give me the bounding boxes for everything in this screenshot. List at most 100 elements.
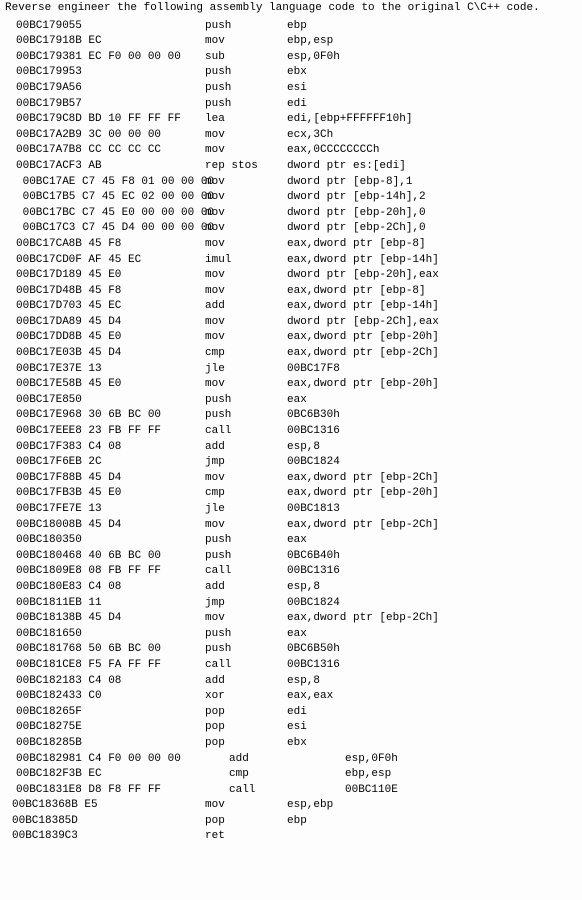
operands: 00BC1316 [287, 658, 340, 674]
mnemonic: imul [205, 253, 287, 269]
mnemonic: mov [205, 330, 287, 346]
operands: esi [287, 720, 307, 736]
operands: eax [287, 627, 307, 643]
mnemonic: cmp [205, 346, 287, 362]
operands: 00BC1316 [287, 424, 340, 440]
asm-line: 00BC1790 55pushebp [4, 19, 578, 35]
address: 00BC1821 [4, 674, 62, 690]
mnemonic: lea [205, 112, 287, 128]
opcode-bytes: 57 [62, 97, 205, 113]
address: 00BC17CA [4, 237, 62, 253]
opcode-bytes: 5F [62, 705, 205, 721]
operands: dword ptr [ebp-14h],2 [287, 190, 426, 206]
operands: esp,8 [287, 580, 320, 596]
address: 00BC1799 [4, 65, 62, 81]
asm-line: 00BC17CA 8B 45 F8moveax,dword ptr [ebp-8… [4, 237, 578, 253]
address: 00BC17D1 [4, 268, 62, 284]
operands: dword ptr es:[edi] [287, 159, 406, 175]
address: 00BC179B [4, 97, 62, 113]
operands: eax,dword ptr [ebp-2Ch] [287, 471, 439, 487]
asm-line: 00BC1804 68 40 6B BC 00push0BC6B40h [4, 549, 578, 565]
mnemonic: mov [205, 315, 287, 331]
mnemonic: mov [205, 143, 287, 159]
operands: ebx [287, 65, 307, 81]
operands: ecx,3Ch [287, 128, 333, 144]
asm-line: 00BC1799 53pushebx [4, 65, 578, 81]
address: 00BC1813 [4, 611, 62, 627]
mnemonic: call [205, 658, 287, 674]
mnemonic: push [205, 81, 287, 97]
opcode-bytes: 03 45 EC [62, 299, 205, 315]
address: 00BC17DA [4, 315, 62, 331]
asm-line: 00BC1800 8B 45 D4moveax,dword ptr [ebp-2… [4, 518, 578, 534]
asm-line: 00BC17E5 8B 45 E0moveax,dword ptr [ebp-2… [4, 377, 578, 393]
opcode-bytes: E8 D8 F8 FF FF [62, 783, 229, 799]
address: 00BC17E3 [4, 362, 62, 378]
mnemonic: push [205, 97, 287, 113]
opcode-bytes: 56 [62, 81, 205, 97]
address: 00BC1817 [4, 642, 62, 658]
operands: eax,dword ptr [ebp-8] [287, 284, 426, 300]
assembly-listing: Reverse engineer the following assembly … [0, 0, 582, 846]
asm-line: 00BC179C 8D BD 10 FF FF FFleaedi,[ebp+FF… [4, 112, 578, 128]
operands: eax [287, 533, 307, 549]
mnemonic: call [229, 783, 345, 799]
opcode-bytes: 33 C0 [62, 689, 205, 705]
mnemonic: mov [205, 284, 287, 300]
mnemonic: add [205, 440, 287, 456]
opcode-bytes: 8B 45 E0 [62, 377, 205, 393]
operands: eax,eax [287, 689, 333, 705]
address: 00BC17A7 [4, 143, 62, 159]
opcode-bytes: E8 08 FB FF FF [62, 564, 205, 580]
opcode-bytes: 7E 13 [62, 362, 205, 378]
address: 00BC17F3 [4, 440, 62, 456]
opcode-bytes: 00BC17BC C7 45 E0 00 00 00 00 [16, 206, 205, 222]
asm-line: 00BC17D4 8B 45 F8moveax,dword ptr [ebp-8… [4, 284, 578, 300]
mnemonic: add [205, 674, 287, 690]
opcode-bytes: 8B EC [62, 34, 205, 50]
opcode-bytes: 53 [62, 65, 205, 81]
address [4, 206, 16, 222]
address: 00BC17E9 [4, 408, 62, 424]
asm-line: 00BC17AE C7 45 F8 01 00 00 00movdword pt… [4, 175, 578, 191]
opcode-bytes: E8 F5 FA FF FF [62, 658, 205, 674]
mnemonic: pop [205, 736, 287, 752]
asm-line: 00BC1836 8B E5movesp,ebp [4, 798, 578, 814]
address: 00BC181C [4, 658, 62, 674]
address: 00BC1803 [4, 533, 62, 549]
asm-line: 00BC17F8 8B 45 D4moveax,dword ptr [ebp-2… [4, 471, 578, 487]
mnemonic: mov [205, 206, 287, 222]
operands: 00BC1824 [287, 596, 340, 612]
address: 00BC17E0 [4, 346, 62, 362]
asm-line: 00BC17B5 C7 45 EC 02 00 00 00movdword pt… [4, 190, 578, 206]
opcode-bytes: 3B 45 D4 [62, 346, 205, 362]
mnemonic: sub [205, 50, 287, 66]
mnemonic: mov [205, 377, 287, 393]
operands: dword ptr [ebp-2Ch],0 [287, 221, 426, 237]
operands: esp,8 [287, 440, 320, 456]
opcode-bytes: 5D [58, 814, 205, 830]
opcode-bytes: 5E [62, 720, 205, 736]
address: 00BC1800 [4, 518, 62, 534]
address: 00BC17F8 [4, 471, 62, 487]
asm-line: 00BC17D1 89 45 E0movdword ptr [ebp-20h],… [4, 268, 578, 284]
asm-line: 00BC1839 C3ret [4, 829, 578, 845]
address: 00BC1828 [4, 736, 62, 752]
opcode-bytes: 8B 45 D4 [62, 518, 205, 534]
mnemonic: mov [205, 221, 287, 237]
opcode-bytes: 8B 45 F8 [62, 237, 205, 253]
mnemonic: push [205, 627, 287, 643]
opcode-bytes: 68 40 6B BC 00 [62, 549, 205, 565]
operands: eax,dword ptr [ebp-20h] [287, 486, 439, 502]
operands: esp,0F0h [345, 752, 398, 768]
opcode-bytes: 8B 45 D4 [62, 471, 205, 487]
operands: eax,dword ptr [ebp-14h] [287, 253, 439, 269]
asm-line: 00BC1817 68 50 6B BC 00push0BC6B50h [4, 642, 578, 658]
operands: eax,dword ptr [ebp-14h] [287, 299, 439, 315]
opcode-bytes: 8B 45 F8 [62, 284, 205, 300]
address: 00BC1791 [4, 34, 62, 50]
opcode-bytes: B9 3C 00 00 00 [62, 128, 205, 144]
operands: 0BC6B50h [287, 642, 340, 658]
opcode-bytes: EB 11 [62, 596, 205, 612]
asm-line: 00BC17F6 EB 2Cjmp00BC1824 [4, 455, 578, 471]
